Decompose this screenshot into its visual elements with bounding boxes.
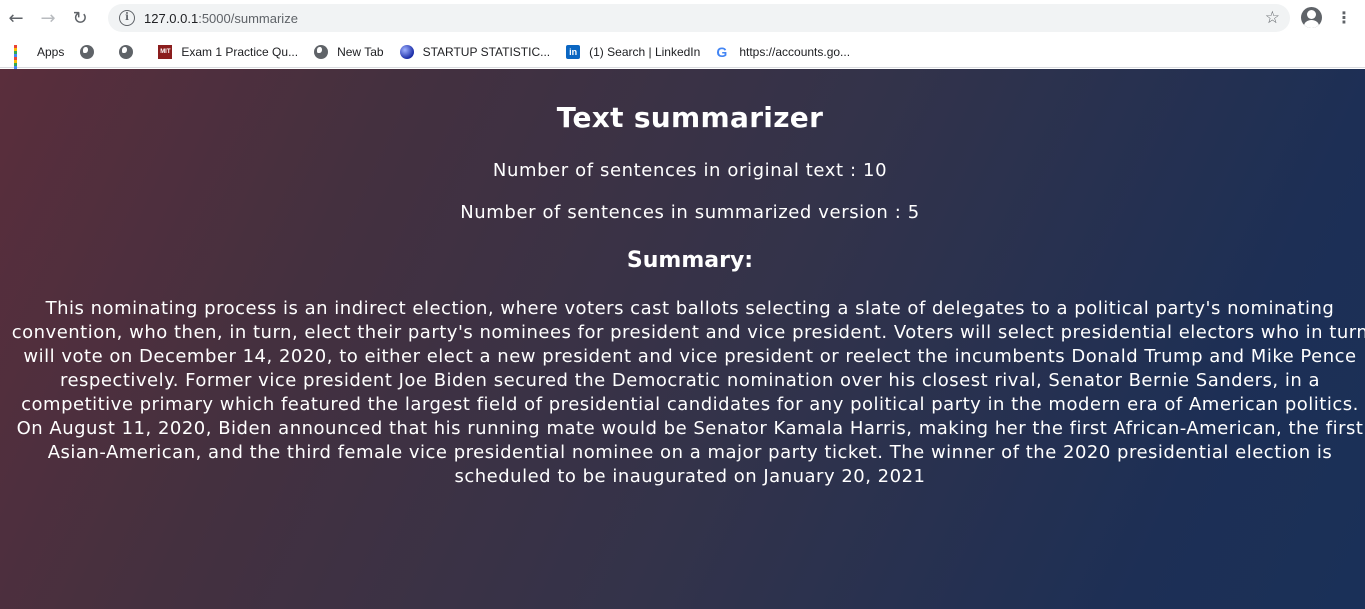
url-host: 127.0.0.1	[144, 10, 199, 26]
bookmark-google-accounts[interactable]: G https://accounts.go...	[716, 45, 850, 59]
globe-icon	[119, 44, 134, 59]
address-bar[interactable]: i 127.0.0.1:5000/summarize ☆	[108, 4, 1290, 32]
summary-line: convention, who then, in turn, elect the…	[11, 322, 1365, 343]
forward-arrow-icon[interactable]: →	[32, 0, 64, 36]
bookmark-label: Apps	[37, 44, 65, 59]
bookmark-globe-1[interactable]	[80, 44, 103, 59]
globe-icon	[80, 44, 95, 59]
linkedin-icon: in	[566, 44, 581, 59]
page-title: Text summarizer	[556, 101, 824, 134]
reload-icon[interactable]: ↻	[64, 0, 96, 36]
bookmark-apps[interactable]: Apps	[14, 44, 65, 72]
globe-icon	[314, 44, 329, 59]
browser-toolbar: ← → ↻ i 127.0.0.1:5000/summarize ☆ ⋮	[0, 0, 1365, 36]
apps-grid-icon	[14, 44, 28, 72]
summary-line: competitive primary which featured the l…	[21, 394, 1359, 415]
kebab-menu-icon[interactable]: ⋮	[1336, 6, 1352, 30]
bookmark-exam-practice[interactable]: MIT Exam 1 Practice Qu...	[158, 44, 299, 59]
google-icon: G	[716, 43, 728, 60]
summary-line: This nominating process is an indirect e…	[45, 298, 1335, 319]
bookmark-label: https://accounts.go...	[739, 44, 851, 59]
summary-line: respectively. Former vice president Joe …	[59, 370, 1321, 391]
bookmark-globe-2[interactable]	[119, 44, 142, 59]
bookmark-startup-statistics[interactable]: STARTUP STATISTIC...	[399, 44, 551, 59]
bookmark-label: Exam 1 Practice Qu...	[181, 44, 299, 59]
original-sentence-count: Number of sentences in original text : 1…	[492, 160, 888, 181]
bookmarks-bar: Apps MIT Exam 1 Practice Qu... New Tab S…	[0, 36, 1365, 72]
mit-icon: MIT	[158, 44, 173, 59]
site-info-icon[interactable]: i	[119, 10, 135, 26]
account-icon[interactable]	[1301, 7, 1322, 28]
bookmark-linkedin[interactable]: in (1) Search | LinkedIn	[566, 44, 701, 59]
summary-line: Asian-American, and the third female vic…	[47, 442, 1333, 463]
bookmark-label: (1) Search | LinkedIn	[589, 44, 701, 59]
summary-text: This nominating process is an indirect e…	[0, 297, 1365, 489]
sphere-icon	[399, 44, 414, 59]
summary-line: scheduled to be inaugurated on January 2…	[454, 466, 926, 487]
back-arrow-icon[interactable]: ←	[0, 0, 32, 36]
summary-heading: Summary:	[626, 248, 754, 273]
bookmark-label: New Tab	[337, 44, 384, 59]
summary-sentence-count: Number of sentences in summarized versio…	[460, 202, 920, 223]
summary-line: will vote on December 14, 2020, to eithe…	[23, 346, 1357, 367]
bookmark-new-tab[interactable]: New Tab	[314, 44, 384, 59]
summarizer-page: Text summarizer Number of sentences in o…	[0, 69, 1365, 609]
url-path: :5000/summarize	[198, 10, 298, 26]
bookmark-star-icon[interactable]: ☆	[1265, 8, 1280, 28]
summary-line: On August 11, 2020, Biden announced that…	[16, 418, 1364, 439]
bookmark-label: STARTUP STATISTIC...	[422, 44, 551, 59]
url-text[interactable]: 127.0.0.1:5000/summarize	[144, 11, 298, 26]
